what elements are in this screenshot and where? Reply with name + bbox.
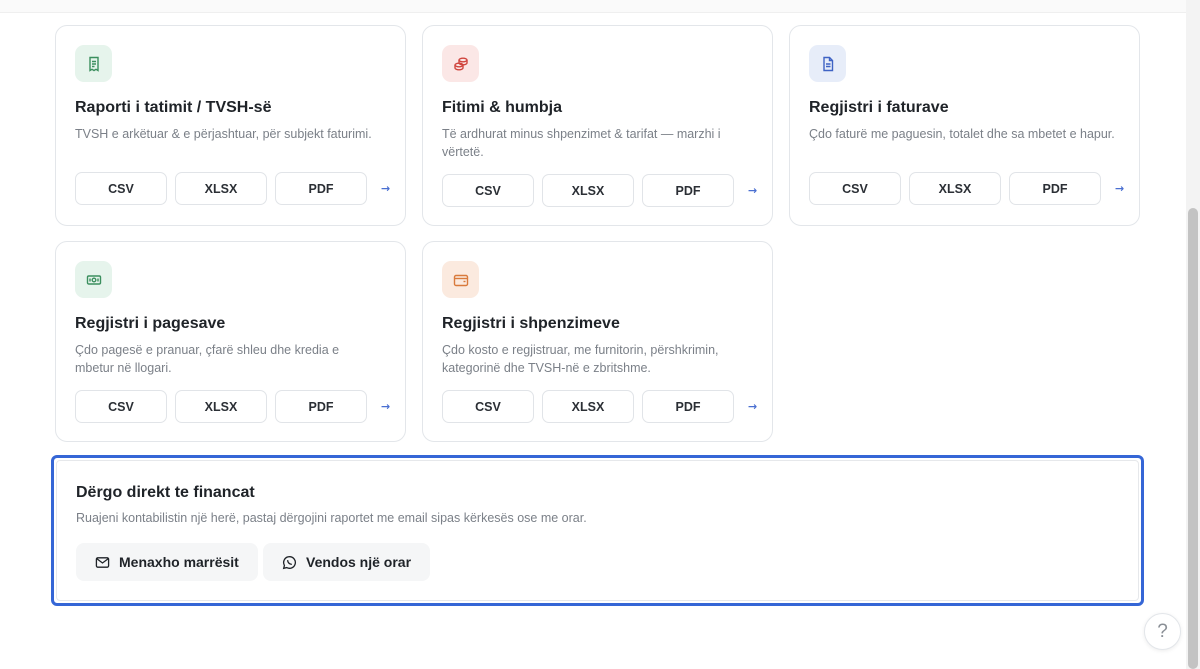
card-title: Raporti i tatimit / TVSH-së — [75, 99, 272, 116]
card-description: TVSH e arkëtuar & e përjashtuar, për sub… — [75, 127, 372, 141]
export-pdf-button[interactable]: PDF — [642, 390, 734, 423]
panel-title: Dërgo direkt te financat — [76, 484, 255, 501]
scrollbar-thumb[interactable] — [1188, 208, 1198, 669]
set-schedule-label: Vendos një orar — [306, 554, 412, 570]
arrow-right-icon[interactable]: → — [381, 400, 390, 413]
card-title: Regjistri i shpenzimeve — [442, 315, 620, 332]
export-actions: CSV XLSX PDF → — [75, 172, 390, 205]
export-csv-button[interactable]: CSV — [442, 390, 534, 423]
arrow-right-icon[interactable]: → — [748, 184, 757, 197]
export-actions: CSV XLSX PDF → — [75, 390, 390, 423]
manage-recipients-button[interactable]: Menaxho marrësit — [76, 543, 258, 581]
export-csv-button[interactable]: CSV — [75, 172, 167, 205]
report-card-profit-loss: Fitimi & humbja Të ardhurat minus shpenz… — [422, 25, 773, 226]
scrollbar[interactable] — [1186, 0, 1200, 669]
export-xlsx-button[interactable]: XLSX — [542, 174, 634, 207]
send-to-finance-panel: Dërgo direkt te financat Ruajeni kontabi… — [51, 455, 1144, 606]
export-xlsx-button[interactable]: XLSX — [175, 390, 267, 423]
export-pdf-button[interactable]: PDF — [275, 172, 367, 205]
export-csv-button[interactable]: CSV — [442, 174, 534, 207]
card-title: Regjistri i pagesave — [75, 315, 226, 332]
card-description: Të ardhurat minus shpenzimet & tarifat —… — [442, 127, 721, 159]
panel-description: Ruajeni kontabilistin një herë, pastaj d… — [76, 511, 587, 525]
export-actions: CSV XLSX PDF → — [809, 172, 1124, 205]
card-description: Çdo pagesë e pranuar, çfarë shleu dhe kr… — [75, 343, 340, 375]
export-csv-button[interactable]: CSV — [75, 390, 167, 423]
card-description: Çdo kosto e regjistruar, me furnitorin, … — [442, 343, 719, 375]
help-button[interactable]: ? — [1144, 613, 1181, 650]
export-actions: CSV XLSX PDF → — [442, 390, 757, 423]
top-bar — [0, 0, 1186, 13]
mail-icon — [95, 556, 110, 568]
report-card-tax-vat: Raporti i tatimit / TVSH-së TVSH e arkët… — [55, 25, 406, 226]
export-xlsx-button[interactable]: XLSX — [175, 172, 267, 205]
export-pdf-button[interactable]: PDF — [275, 390, 367, 423]
card-description: Çdo faturë me paguesin, totalet dhe sa m… — [809, 127, 1115, 141]
report-card-payment-register: Regjistri i pagesave Çdo pagesë e pranua… — [55, 241, 406, 442]
card-title: Fitimi & humbja — [442, 99, 562, 116]
chat-icon — [282, 555, 296, 569]
export-actions: CSV XLSX PDF → — [442, 174, 757, 207]
arrow-right-icon[interactable]: → — [1115, 182, 1124, 195]
export-xlsx-button[interactable]: XLSX — [909, 172, 1001, 205]
arrow-right-icon[interactable]: → — [748, 400, 757, 413]
cash-icon — [75, 261, 112, 298]
export-xlsx-button[interactable]: XLSX — [542, 390, 634, 423]
receipt-icon — [75, 45, 112, 82]
arrow-right-icon[interactable]: → — [381, 182, 390, 195]
export-csv-button[interactable]: CSV — [809, 172, 901, 205]
report-card-expense-register: Regjistri i shpenzimeve Çdo kosto e regj… — [422, 241, 773, 442]
card-title: Regjistri i faturave — [809, 99, 949, 116]
export-pdf-button[interactable]: PDF — [642, 174, 734, 207]
document-icon — [809, 45, 846, 82]
export-pdf-button[interactable]: PDF — [1009, 172, 1101, 205]
manage-recipients-label: Menaxho marrësit — [119, 554, 239, 570]
wallet-icon — [442, 261, 479, 298]
coins-icon — [442, 45, 479, 82]
report-card-invoice-register: Regjistri i faturave Çdo faturë me pague… — [789, 25, 1140, 226]
set-schedule-button[interactable]: Vendos një orar — [263, 543, 431, 581]
